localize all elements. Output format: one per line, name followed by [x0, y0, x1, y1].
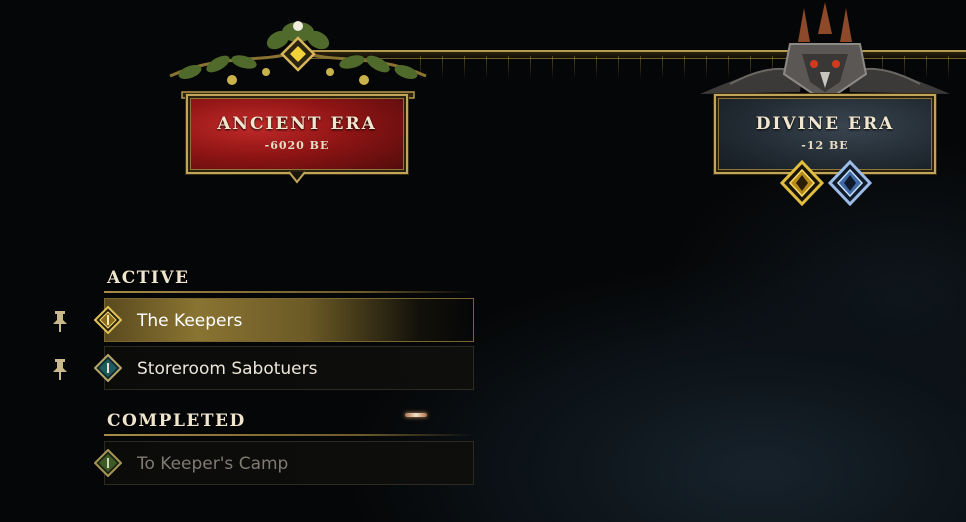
progress-dash	[405, 413, 427, 417]
green-quest-marker-icon	[94, 449, 122, 477]
quest-label: The Keepers	[137, 311, 243, 331]
ancient-era-pointer-icon	[288, 171, 306, 184]
divine-era-year: -12 BE	[801, 139, 849, 152]
active-section-heading: ACTIVE	[107, 268, 190, 288]
pin-icon[interactable]	[50, 309, 70, 333]
ancient-era-crest-icon	[169, 21, 427, 99]
quest-label: Storeroom Sabotuers	[137, 359, 318, 379]
divine-era-badges	[780, 160, 873, 206]
completed-section-divider	[104, 434, 474, 436]
gold-quest-marker-icon	[94, 306, 122, 334]
ancient-era-card[interactable]: ANCIENT ERA -6020 BE	[186, 94, 408, 174]
quest-label: To Keeper's Camp	[137, 454, 289, 474]
active-section-divider	[104, 291, 474, 293]
divine-era-title: DIVINE ERA	[755, 114, 895, 134]
gold-diamond-badge-icon	[780, 160, 825, 206]
quest-row-storeroom-sabotuers[interactable]: Storeroom Sabotuers	[94, 346, 474, 390]
ancient-era-frame	[186, 94, 408, 174]
quest-row-the-keepers[interactable]: The Keepers	[94, 298, 474, 342]
ancient-era-year: -6020 BE	[264, 139, 330, 152]
quest-row-to-keepers-camp[interactable]: To Keeper's Camp	[94, 441, 474, 485]
completed-section-heading: COMPLETED	[107, 411, 246, 431]
ancient-era-title: ANCIENT ERA	[217, 114, 377, 134]
pin-icon[interactable]	[50, 357, 70, 381]
blue-diamond-badge-icon	[827, 160, 873, 206]
teal-quest-marker-icon	[94, 354, 122, 382]
divine-era-crest-icon	[700, 2, 950, 102]
